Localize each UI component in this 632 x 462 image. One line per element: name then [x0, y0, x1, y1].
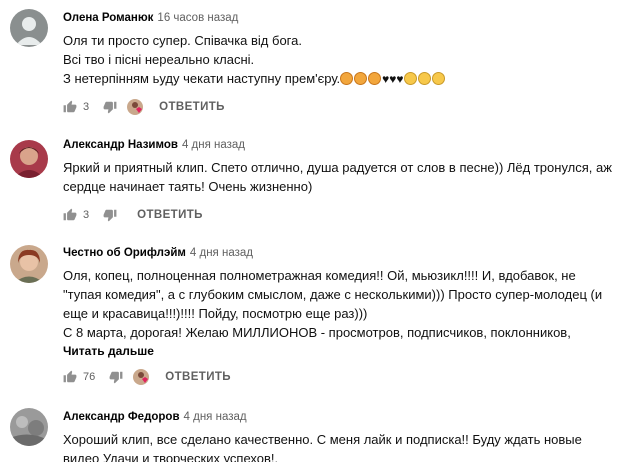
creator-heart-avatar [133, 369, 150, 385]
comment-line: С 8 марта, дорогая! Желаю МИЛЛИОНОВ - пр… [63, 325, 571, 340]
thumbs-down-icon[interactable] [103, 208, 117, 222]
comment-line: видео Удачи и творческих успехов!. [63, 451, 279, 462]
comment-actions: 76 ОТВЕТИТЬ [63, 367, 231, 387]
comment-text: Оля ти просто супер. Співачка від бога. … [63, 31, 626, 89]
creator-heart-avatar [127, 99, 144, 115]
comment-actions: 3 ОТВЕТИТЬ [63, 205, 203, 225]
emoji-heart-eyes [354, 72, 368, 85]
thumbs-up-icon[interactable] [63, 370, 77, 384]
comment-author[interactable]: Олена Романюк [63, 12, 153, 24]
comment-line: Всі тво і пісні нереально класні. [63, 52, 255, 67]
comment-author[interactable]: Александр Назимов [63, 139, 178, 151]
reply-button[interactable]: ОТВЕТИТЬ [165, 371, 231, 383]
thumbs-down-icon[interactable] [109, 370, 123, 384]
comment-line: еще и красавица!!!)!!!! Пойду, посмотрю … [63, 306, 368, 321]
comment-text: Хороший клип, все сделано качественно. С… [63, 430, 626, 462]
black-heart-icon: ♥♥♥ [382, 72, 404, 86]
comment-line: "тупая комедия", а с глубоким смыслом, д… [63, 287, 603, 302]
emoji-heart-eyes [368, 72, 382, 85]
comment-text: Оля, копец, полноценная полнометражная к… [63, 266, 626, 342]
like-count: 76 [83, 371, 96, 383]
like-count: 3 [83, 209, 90, 221]
thumbs-up-icon[interactable] [63, 100, 77, 114]
comment-timestamp[interactable]: 4 дня назад [184, 411, 247, 423]
comment-line: Оля, копец, полноценная полнометражная к… [63, 268, 576, 283]
avatar[interactable] [10, 245, 48, 283]
avatar[interactable] [10, 140, 48, 178]
avatar[interactable] [10, 408, 48, 446]
read-more-link[interactable]: Читать дальше [63, 343, 626, 359]
thumbs-up-icon[interactable] [63, 208, 77, 222]
avatar[interactable] [10, 9, 48, 47]
comment-timestamp[interactable]: 16 часов назад [157, 12, 238, 24]
thumbs-down-icon[interactable] [103, 100, 117, 114]
comment-timestamp[interactable]: 4 дня назад [190, 247, 253, 259]
comment-line: Оля ти просто супер. Співачка від бога. [63, 33, 302, 48]
comment-timestamp[interactable]: 4 дня назад [182, 139, 245, 151]
reply-button[interactable]: ОТВЕТИТЬ [159, 101, 225, 113]
reply-button[interactable]: ОТВЕТИТЬ [137, 209, 203, 221]
comment-line-text: З нетерпінням ьуду чекати наступну прем'… [63, 71, 341, 86]
comment-line: Хороший клип, все сделано качественно. С… [63, 432, 582, 447]
comment-line: сердце начинает таять! Очень жизненно) [63, 179, 313, 194]
comment-line: З нетерпінням ьуду чекати наступну прем'… [63, 69, 626, 89]
emoji-heart-eyes [340, 72, 354, 85]
comment-author[interactable]: Александр Федоров [63, 411, 180, 423]
comment-actions: 3 ОТВЕТИТЬ [63, 97, 225, 117]
comment-text: Яркий и приятный клип. Спето отлично, ду… [63, 158, 626, 196]
emoji-smile [431, 72, 445, 85]
like-count: 3 [83, 101, 90, 113]
comment-author[interactable]: Честно об Орифлэйм [63, 247, 186, 259]
emoji-smile [417, 72, 431, 85]
comment-line: Яркий и приятный клип. Спето отлично, ду… [63, 160, 612, 175]
emoji-smile [403, 72, 417, 85]
